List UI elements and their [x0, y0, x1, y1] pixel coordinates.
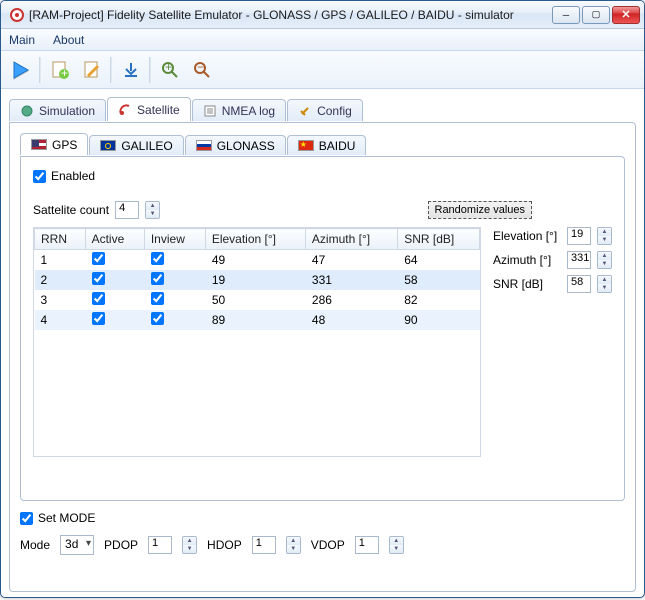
main-tabs: Simulation Satellite NMEA log Config [9, 97, 636, 122]
mode-label: Mode [20, 538, 50, 552]
az-input[interactable]: 331 [567, 251, 591, 269]
log-icon [203, 104, 217, 118]
pdop-label: PDOP [104, 538, 138, 552]
subtab-baidu[interactable]: BAIDU [287, 135, 367, 155]
zoom-out-button[interactable]: − [188, 56, 216, 84]
inview-checkbox[interactable] [151, 252, 164, 265]
maximize-button[interactable]: ▢ [582, 6, 610, 24]
zoom-in-button[interactable]: + [156, 56, 184, 84]
elev-spinner[interactable]: ▲▼ [597, 227, 612, 245]
constellation-tabs: GPS GALILEO GLONASS BAIDU [20, 133, 625, 156]
hdop-spinner[interactable]: ▲▼ [286, 536, 301, 554]
snr-spinner[interactable]: ▲▼ [597, 275, 612, 293]
tab-satellite[interactable]: Satellite [107, 97, 191, 121]
col-az[interactable]: Azimuth [°] [305, 229, 397, 250]
close-button[interactable]: ✕ [612, 6, 640, 24]
satellite-panel: GPS GALILEO GLONASS BAIDU Enabled Sattel… [9, 122, 636, 592]
col-active[interactable]: Active [85, 229, 144, 250]
svg-text:+: + [165, 60, 172, 74]
separator [149, 57, 152, 83]
ru-flag-icon [196, 140, 212, 151]
svg-text:−: − [197, 60, 204, 74]
config-icon [298, 104, 312, 118]
enabled-checkbox[interactable]: Enabled [33, 169, 612, 183]
toolbar: + + − [1, 51, 644, 89]
menubar: Main About [1, 29, 644, 51]
play-button[interactable] [7, 56, 35, 84]
cn-flag-icon [298, 140, 314, 151]
table-row[interactable]: 35028682 [35, 290, 480, 310]
hdop-label: HDOP [207, 538, 242, 552]
vdop-spinner[interactable]: ▲▼ [389, 536, 404, 554]
col-inview[interactable]: Inview [144, 229, 205, 250]
inview-checkbox[interactable] [151, 292, 164, 305]
hdop-input[interactable]: 1 [252, 536, 276, 554]
inview-checkbox[interactable] [151, 312, 164, 325]
app-icon [9, 7, 25, 23]
subtab-glonass[interactable]: GLONASS [185, 135, 286, 155]
edit-doc-button[interactable] [78, 56, 106, 84]
elev-input[interactable]: 19 [567, 227, 591, 245]
new-doc-button[interactable]: + [46, 56, 74, 84]
active-checkbox[interactable] [92, 292, 105, 305]
separator [110, 57, 113, 83]
pdop-input[interactable]: 1 [148, 536, 172, 554]
col-elev[interactable]: Elevation [°] [205, 229, 305, 250]
download-button[interactable] [117, 56, 145, 84]
us-flag-icon [31, 139, 47, 150]
col-snr[interactable]: SNR [dB] [398, 229, 480, 250]
separator [39, 57, 42, 83]
satellite-table: RRN Active Inview Elevation [°] Azimuth … [34, 228, 480, 330]
satellite-detail: Elevation [°]19▲▼ Azimuth [°]331▲▼ SNR [… [493, 227, 612, 457]
window-title: [RAM-Project] Fidelity Satellite Emulato… [29, 8, 552, 22]
tab-config[interactable]: Config [287, 99, 363, 121]
tab-simulation[interactable]: Simulation [9, 99, 106, 121]
satellite-icon [118, 103, 132, 117]
gps-panel: Enabled Sattelite count 4 ▲▼ Randomize v… [20, 156, 625, 501]
menu-main[interactable]: Main [9, 33, 35, 47]
simulation-icon [20, 104, 34, 118]
subtab-galileo[interactable]: GALILEO [89, 135, 183, 155]
satcount-spinner[interactable]: ▲▼ [145, 201, 160, 219]
subtab-gps[interactable]: GPS [20, 133, 88, 155]
active-checkbox[interactable] [92, 272, 105, 285]
satcount-input[interactable]: 4 [115, 201, 139, 219]
table-row[interactable]: 1494764 [35, 250, 480, 271]
vdop-input[interactable]: 1 [355, 536, 379, 554]
mode-select[interactable]: 3d [60, 535, 94, 555]
col-rrn[interactable]: RRN [35, 229, 86, 250]
inview-checkbox[interactable] [151, 272, 164, 285]
pdop-spinner[interactable]: ▲▼ [182, 536, 197, 554]
table-row[interactable]: 21933158 [35, 270, 480, 290]
vdop-label: VDOP [311, 538, 345, 552]
table-row[interactable]: 4894890 [35, 310, 480, 330]
active-checkbox[interactable] [92, 252, 105, 265]
mode-section: Set MODE Mode 3d PDOP 1▲▼ HDOP 1▲▼ VDOP … [20, 511, 625, 555]
set-mode-checkbox[interactable]: Set MODE [20, 511, 625, 525]
minimize-button[interactable]: ─ [552, 6, 580, 24]
menu-about[interactable]: About [53, 33, 84, 47]
satcount-label: Sattelite count [33, 203, 109, 217]
az-spinner[interactable]: ▲▼ [597, 251, 612, 269]
randomize-button[interactable]: Randomize values [428, 201, 533, 219]
tab-nmea[interactable]: NMEA log [192, 99, 286, 121]
svg-text:+: + [61, 66, 68, 80]
active-checkbox[interactable] [92, 312, 105, 325]
titlebar: [RAM-Project] Fidelity Satellite Emulato… [1, 1, 644, 29]
snr-input[interactable]: 58 [567, 275, 591, 293]
eu-flag-icon [100, 140, 116, 151]
